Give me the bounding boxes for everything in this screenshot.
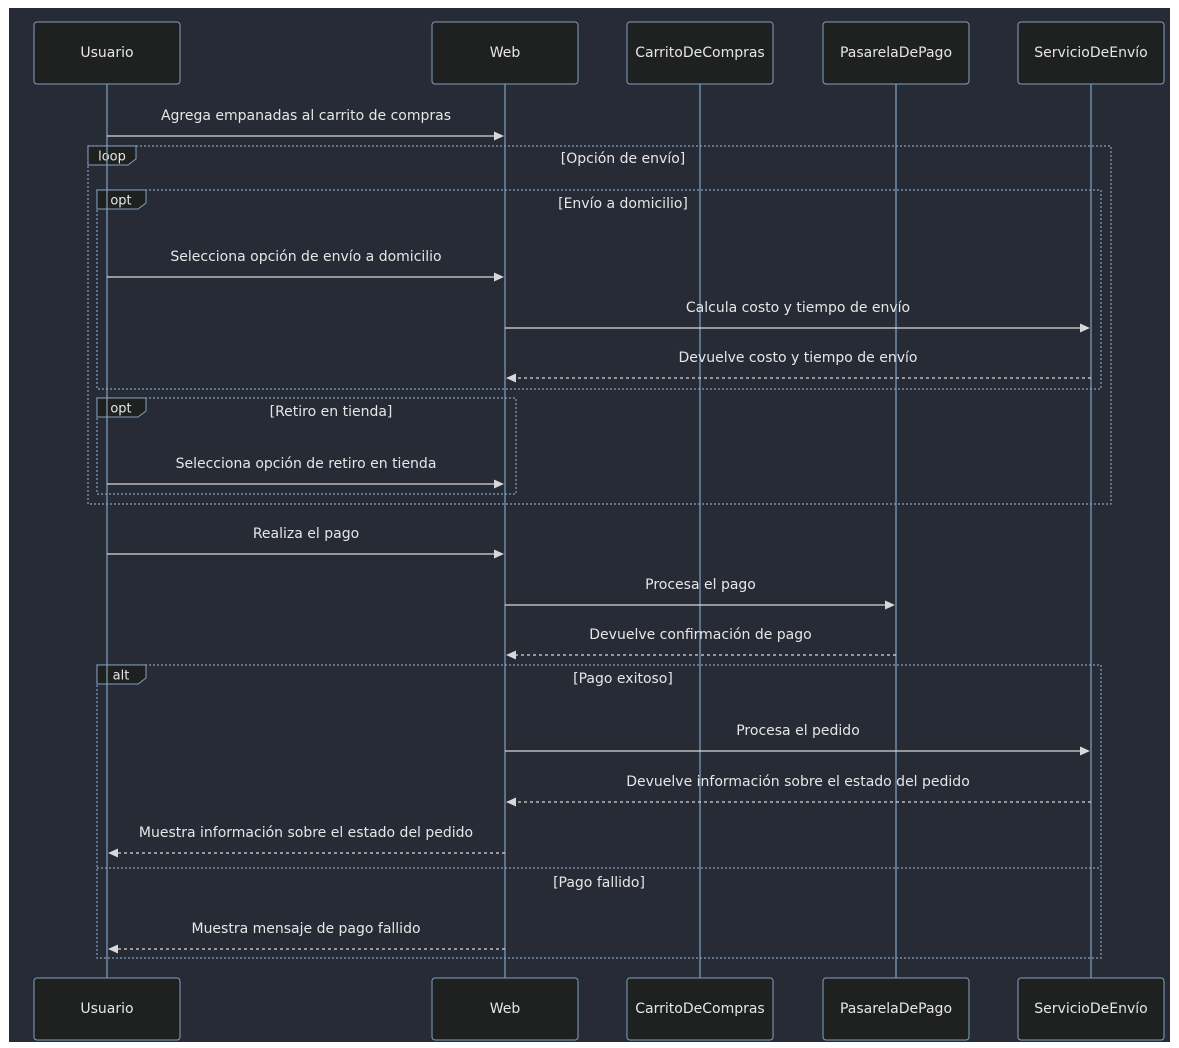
participant-label: CarritoDeCompras bbox=[635, 1001, 764, 1017]
message-label: Devuelve confirmación de pago bbox=[589, 627, 811, 643]
message-arrowhead bbox=[108, 944, 118, 954]
message-2: Selecciona opción de envío a domicilio bbox=[107, 249, 504, 282]
participant-carrito-top[interactable]: CarritoDeCompras bbox=[626, 21, 774, 85]
message-arrowhead bbox=[494, 549, 504, 559]
message-4: Devuelve costo y tiempo de envío bbox=[506, 350, 1091, 383]
message-arrowhead bbox=[506, 797, 516, 807]
message-arrowhead bbox=[506, 650, 516, 660]
participant-label: Web bbox=[490, 45, 521, 61]
participant-label: PasarelaDePago bbox=[840, 1001, 952, 1017]
message-5: Selecciona opción de retiro en tienda bbox=[107, 456, 504, 489]
participant-label: CarritoDeCompras bbox=[635, 45, 764, 61]
participant-label: Usuario bbox=[80, 45, 133, 61]
message-label: Calcula costo y tiempo de envío bbox=[686, 300, 910, 316]
participant-usuario-bottom[interactable]: Usuario bbox=[33, 977, 181, 1041]
sequence-diagram-canvas: loop [Opción de envío] opt [Envío a domi… bbox=[9, 8, 1170, 1042]
message-arrowhead bbox=[108, 848, 118, 858]
message-10: Devuelve información sobre el estado del… bbox=[506, 774, 1091, 807]
message-label: Selecciona opción de envío a domicilio bbox=[170, 249, 441, 265]
message-label: Realiza el pago bbox=[253, 526, 359, 542]
message-label: Muestra mensaje de pago fallido bbox=[191, 921, 420, 937]
fragment-alt-else-condition: [Pago fallido] bbox=[553, 875, 645, 891]
fragment-opt-condition: [Envío a domicilio] bbox=[558, 196, 688, 212]
message-arrowhead bbox=[885, 600, 895, 610]
participant-carrito-bottom[interactable]: CarritoDeCompras bbox=[626, 977, 774, 1041]
message-arrowhead bbox=[1080, 746, 1090, 756]
message-label: Devuelve información sobre el estado del… bbox=[626, 774, 970, 790]
sequence-diagram: loop [Opción de envío] opt [Envío a domi… bbox=[33, 21, 1165, 1041]
fragment-opt-home-delivery: opt [Envío a domicilio] bbox=[96, 189, 1102, 390]
fragment-loop-kind: loop bbox=[98, 150, 126, 165]
participant-pasarela-top[interactable]: PasarelaDePago bbox=[822, 21, 970, 85]
participant-envio-top[interactable]: ServicioDeEnvío bbox=[1017, 21, 1165, 85]
message-11: Muestra información sobre el estado del … bbox=[108, 825, 505, 858]
message-label: Selecciona opción de retiro en tienda bbox=[176, 456, 437, 472]
participant-label: PasarelaDePago bbox=[840, 45, 952, 61]
participant-envio-bottom[interactable]: ServicioDeEnvío bbox=[1017, 977, 1165, 1041]
fragment-opt-condition: [Retiro en tienda] bbox=[270, 404, 393, 420]
message-arrowhead bbox=[494, 131, 504, 141]
message-arrowhead bbox=[494, 479, 504, 489]
message-arrowhead bbox=[506, 373, 516, 383]
fragment-opt-store-pickup: opt [Retiro en tienda] bbox=[96, 397, 517, 495]
fragment-alt: alt [Pago exitoso] [Pago fallido] bbox=[96, 664, 1102, 959]
message-label: Devuelve costo y tiempo de envío bbox=[679, 350, 918, 366]
participant-pasarela-bottom[interactable]: PasarelaDePago bbox=[822, 977, 970, 1041]
message-3: Calcula costo y tiempo de envío bbox=[505, 300, 1090, 333]
participant-label: ServicioDeEnvío bbox=[1034, 1001, 1147, 1017]
message-label: Agrega empanadas al carrito de compras bbox=[161, 108, 451, 124]
participant-label: Web bbox=[490, 1001, 521, 1017]
message-label: Procesa el pago bbox=[645, 577, 756, 593]
fragment-loop-condition: [Opción de envío] bbox=[561, 151, 685, 167]
message-8: Devuelve confirmación de pago bbox=[506, 627, 896, 660]
participant-web-bottom[interactable]: Web bbox=[431, 977, 579, 1041]
participant-label: Usuario bbox=[80, 1001, 133, 1017]
fragment-opt-kind: opt bbox=[110, 194, 131, 209]
message-arrowhead bbox=[1080, 323, 1090, 333]
fragment-alt-condition: [Pago exitoso] bbox=[573, 671, 673, 687]
message-label: Procesa el pedido bbox=[736, 723, 860, 739]
message-6: Realiza el pago bbox=[107, 526, 504, 559]
message-arrowhead bbox=[494, 272, 504, 282]
message-12: Muestra mensaje de pago fallido bbox=[108, 921, 505, 954]
participant-label: ServicioDeEnvío bbox=[1034, 45, 1147, 61]
participant-web-top[interactable]: Web bbox=[431, 21, 579, 85]
fragment-alt-kind: alt bbox=[113, 669, 130, 684]
message-label: Muestra información sobre el estado del … bbox=[139, 825, 473, 841]
participant-usuario-top[interactable]: Usuario bbox=[33, 21, 181, 85]
message-9: Procesa el pedido bbox=[505, 723, 1090, 756]
message-1: Agrega empanadas al carrito de compras bbox=[107, 108, 504, 141]
fragment-opt-kind: opt bbox=[110, 402, 131, 417]
